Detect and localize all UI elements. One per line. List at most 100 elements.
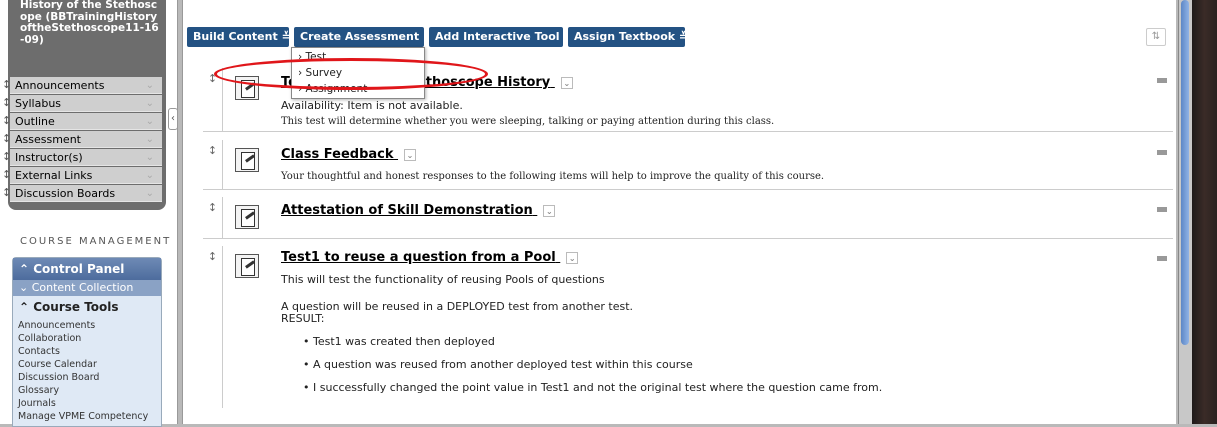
- course-title[interactable]: History of the Stethoscope (BBTrainingHi…: [20, 0, 160, 46]
- drag-handle-icon[interactable]: ↕: [2, 114, 11, 127]
- create-assessment-button[interactable]: Create Assessment ≚: [294, 27, 432, 47]
- control-panel-label: Control Panel: [33, 262, 125, 276]
- sidebar-item-label: Discussion Boards: [15, 187, 116, 200]
- minimize-icon[interactable]: [1157, 256, 1167, 261]
- drag-handle-icon[interactable]: ↕: [2, 150, 11, 163]
- test-icon: [235, 205, 259, 229]
- course-sidebar: History of the Stethoscope (BBTrainingHi…: [0, 0, 178, 427]
- chevron-down-icon[interactable]: ⌄: [146, 95, 154, 112]
- content-item-class-feedback: ↕ Class Feedback ⌄ Your thoughtful and h…: [203, 140, 1173, 190]
- tool-link-announcements[interactable]: Announcements: [18, 320, 95, 331]
- chevron-down-icon[interactable]: ⌄: [543, 204, 556, 217]
- item-title-text: Class Feedback: [281, 147, 394, 162]
- tool-link-glossary[interactable]: Glossary: [18, 385, 59, 396]
- item-description: Your thoughtful and honest responses to …: [281, 171, 825, 182]
- chevron-down-icon[interactable]: ⌄: [566, 251, 579, 264]
- sidebar-item-announcements[interactable]: Announcements ⌄: [10, 77, 162, 94]
- sidebar-item-label: Outline: [15, 115, 55, 128]
- list-item: • I successfully changed the point value…: [303, 381, 883, 394]
- chevron-down-icon: ≚: [678, 30, 689, 43]
- chevron-up-icon: ⌃: [19, 300, 34, 314]
- item-title-text: Attestation of Skill Demonstration: [281, 203, 533, 218]
- background-window-edge: [1192, 0, 1217, 424]
- tool-link-collaboration[interactable]: Collaboration: [18, 333, 81, 344]
- minimize-icon[interactable]: [1157, 150, 1167, 155]
- drag-handle-icon[interactable]: ↕: [2, 96, 11, 109]
- item-title[interactable]: Test1 to reuse a question from a Pool ⌄: [281, 250, 579, 265]
- list-item: • Test1 was created then deployed: [303, 335, 495, 348]
- course-management-header: COURSE MANAGEMENT: [20, 236, 172, 247]
- drag-handle-icon[interactable]: ↕: [203, 197, 223, 238]
- sidebar-item-syllabus[interactable]: Syllabus ⌄: [10, 95, 162, 112]
- tool-link-discussion-board[interactable]: Discussion Board: [18, 372, 99, 383]
- content-area: Build Content ≚ Create Assessment ≚ Add …: [182, 0, 1176, 424]
- item-description: This test will determine whether you wer…: [281, 116, 775, 127]
- survey-icon: [235, 148, 259, 172]
- chevron-down-icon: ≚: [281, 30, 291, 43]
- tool-link-manage-vpme[interactable]: Manage VPME Competency: [18, 411, 148, 422]
- content-item-attestation: ↕ Attestation of Skill Demonstration ⌄: [203, 197, 1173, 239]
- drag-handle-icon[interactable]: ↕: [203, 140, 223, 189]
- chevron-up-icon: ⌃: [19, 262, 34, 276]
- list-item-text: A question was reused from another deplo…: [313, 358, 693, 371]
- tool-link-contacts[interactable]: Contacts: [18, 346, 60, 357]
- item-description: A question will be reused in a DEPLOYED …: [281, 300, 634, 313]
- test-icon: [235, 254, 259, 278]
- content-collection-label: Content Collection: [31, 281, 134, 294]
- highlight-annotation: [214, 58, 488, 90]
- list-item: • A question was reused from another dep…: [303, 358, 693, 371]
- chevron-down-icon[interactable]: ⌄: [146, 167, 154, 184]
- control-panel-header[interactable]: ⌃ Control Panel: [13, 258, 161, 280]
- control-panel: ⌃ Control Panel ⌄ Content Collection ⌃ C…: [12, 257, 162, 427]
- item-description: This will test the functionality of reus…: [281, 273, 605, 286]
- tool-link-course-calendar[interactable]: Course Calendar: [18, 359, 97, 370]
- sidebar-item-label: Announcements: [15, 79, 105, 92]
- content-item-test1: ↕ Test1 to reuse a question from a Pool …: [203, 246, 1173, 408]
- list-item-text: Test1 was created then deployed: [313, 335, 495, 348]
- sidebar-item-label: Assessment: [15, 133, 81, 146]
- sidebar-item-assessment[interactable]: Assessment ⌄: [10, 131, 162, 148]
- reorder-icon[interactable]: ⇅: [1146, 28, 1166, 46]
- chevron-down-icon[interactable]: ⌄: [146, 131, 154, 148]
- course-tools-header[interactable]: ⌃ Course Tools: [19, 300, 119, 314]
- drag-handle-icon[interactable]: ↕: [2, 132, 11, 145]
- create-assessment-label: Create Assessment: [300, 30, 420, 43]
- assign-textbook-label: Assign Textbook: [574, 30, 676, 43]
- sidebar-item-label: External Links: [15, 169, 93, 182]
- add-interactive-tool-button[interactable]: Add Interactive Tool ≚: [429, 27, 573, 47]
- item-description: RESULT:: [281, 312, 325, 325]
- sidebar-item-instructors[interactable]: Instructor(s) ⌄: [10, 149, 162, 166]
- sidebar-item-discussion-boards[interactable]: Discussion Boards ⌄: [10, 185, 162, 202]
- chevron-down-icon[interactable]: ⌄: [146, 149, 154, 166]
- chevron-down-icon[interactable]: ⌄: [146, 113, 154, 130]
- drag-handle-icon[interactable]: ↕: [2, 186, 11, 199]
- content-collection-link[interactable]: ⌄ Content Collection: [13, 280, 161, 296]
- availability-text: Availability: Item is not available.: [281, 99, 463, 112]
- sidebar-item-label: Instructor(s): [15, 151, 83, 164]
- chevron-down-icon[interactable]: ⌄: [146, 77, 154, 94]
- course-tools-label: Course Tools: [33, 300, 119, 314]
- chevron-down-icon[interactable]: ⌄: [560, 76, 573, 89]
- drag-handle-icon[interactable]: ↕: [203, 246, 223, 408]
- minimize-icon[interactable]: [1157, 207, 1167, 212]
- minimize-icon[interactable]: [1157, 78, 1167, 83]
- sidebar-item-label: Syllabus: [15, 97, 62, 110]
- build-content-button[interactable]: Build Content ≚: [187, 27, 291, 47]
- drag-handle-icon[interactable]: ↕: [2, 168, 11, 181]
- drag-handle-icon[interactable]: ↕: [2, 78, 11, 91]
- chevron-down-icon[interactable]: ⌄: [146, 185, 154, 202]
- tool-link-journals[interactable]: Journals: [18, 398, 56, 409]
- add-interactive-tool-label: Add Interactive Tool: [435, 30, 560, 43]
- sidebar-item-external-links[interactable]: External Links ⌄: [10, 167, 162, 184]
- chevron-down-icon[interactable]: ⌄: [404, 148, 417, 161]
- item-title-text: Test1 to reuse a question from a Pool: [281, 250, 556, 265]
- build-content-label: Build Content: [193, 30, 278, 43]
- item-title[interactable]: Class Feedback ⌄: [281, 147, 417, 162]
- list-item-text: I successfully changed the point value i…: [313, 381, 883, 394]
- vertical-scrollbar[interactable]: [1178, 0, 1192, 424]
- item-title[interactable]: Attestation of Skill Demonstration ⌄: [281, 203, 556, 218]
- collapse-sidebar-button[interactable]: ‹: [168, 108, 178, 130]
- assign-textbook-button[interactable]: Assign Textbook ≚: [568, 27, 689, 47]
- scrollbar-thumb[interactable]: [1181, 0, 1189, 345]
- sidebar-item-outline[interactable]: Outline ⌄: [10, 113, 162, 130]
